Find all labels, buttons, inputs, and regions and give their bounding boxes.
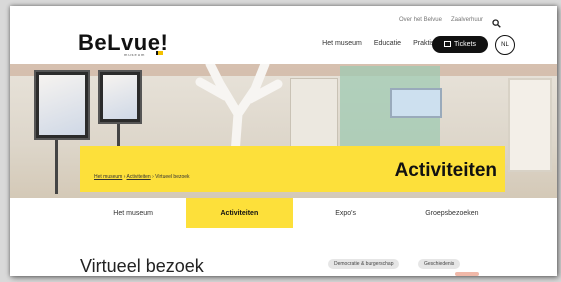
- hero-screen-right: [98, 70, 142, 124]
- tickets-button[interactable]: Tickets: [432, 36, 488, 53]
- tickets-label: Tickets: [454, 41, 476, 48]
- tab-activiteiten[interactable]: Activiteiten: [186, 198, 293, 228]
- tab-het-museum[interactable]: Het museum: [80, 198, 187, 228]
- screen-stand: [55, 134, 58, 194]
- breadcrumb-link-activiteiten[interactable]: Activiteiten: [127, 174, 151, 180]
- search-icon[interactable]: [492, 15, 501, 28]
- tag-democratie[interactable]: Democratie & burgerschap: [328, 259, 400, 269]
- tag-geschiedenis[interactable]: Geschiedenis: [418, 259, 461, 269]
- title-banner: Het museum › Activiteiten › Virtueel bez…: [80, 146, 505, 192]
- nav-item-museum[interactable]: Het museum: [322, 40, 362, 47]
- belvue-logo[interactable]: BeLvue! museum: [78, 30, 169, 58]
- tab-groepsbezoeken[interactable]: Groepsbezoeken: [398, 198, 505, 228]
- ticket-icon: [444, 40, 452, 49]
- breadcrumb: Het museum › Activiteiten › Virtueel bez…: [94, 174, 190, 180]
- section-tabs: Het museum Activiteiten Expo's Groepsbez…: [80, 198, 505, 228]
- utility-link-about[interactable]: Over het Belvue: [399, 17, 442, 23]
- hero-screen-left: [34, 70, 90, 140]
- hero-tree-sculpture: [195, 64, 283, 154]
- breadcrumb-link-museum[interactable]: Het museum: [94, 174, 122, 180]
- browser-frame: Over het Belvue Zaalverhuur BeLvue! muse…: [10, 6, 557, 276]
- tag-partial: [455, 272, 479, 276]
- tab-expos[interactable]: Expo's: [292, 198, 399, 228]
- content-title: Virtueel bezoek: [80, 256, 204, 276]
- language-label: NL: [501, 42, 509, 48]
- logo-subtext: museum: [124, 52, 146, 57]
- screen-content: [39, 75, 85, 135]
- utility-link-rental[interactable]: Zaalverhuur: [451, 17, 483, 23]
- hero-image: Het museum › Activiteiten › Virtueel bez…: [10, 64, 557, 198]
- breadcrumb-current: Virtueel bezoek: [155, 174, 190, 180]
- logo-flag-icon: [156, 51, 163, 55]
- screen-content: [103, 75, 137, 119]
- logo-wordmark: BeLvue!: [78, 30, 169, 55]
- page-title: Activiteiten: [394, 160, 497, 181]
- nav-item-educatie[interactable]: Educatie: [374, 40, 401, 47]
- utility-nav: Over het Belvue Zaalverhuur: [399, 15, 501, 28]
- hero-window: [508, 78, 552, 172]
- language-button[interactable]: NL: [495, 35, 515, 55]
- hero-info-panel: [390, 88, 442, 118]
